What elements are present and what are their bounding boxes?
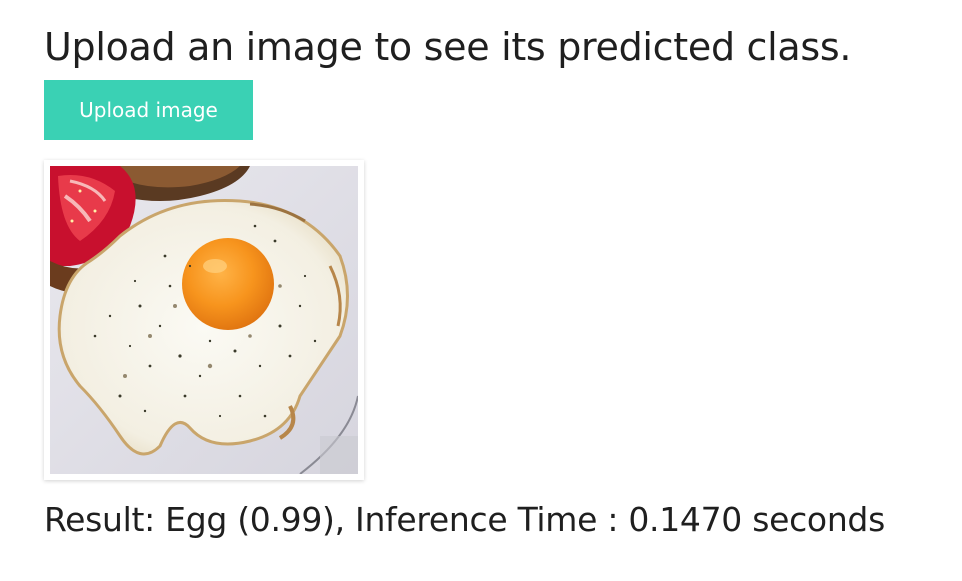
upload-image-button[interactable]: Upload image <box>44 80 253 140</box>
uploaded-image-preview <box>44 160 364 480</box>
prediction-result: Result: Egg (0.99), Inference Time : 0.1… <box>44 500 885 539</box>
page-title: Upload an image to see its predicted cla… <box>44 25 852 69</box>
page: Upload an image to see its predicted cla… <box>0 0 962 581</box>
fried-egg-image <box>50 166 358 474</box>
